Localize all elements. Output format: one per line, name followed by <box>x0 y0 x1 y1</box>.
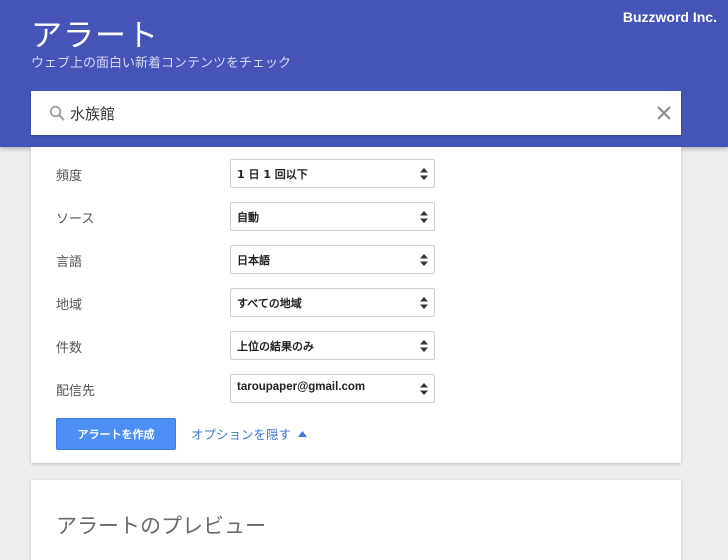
select-value: 上位の結果のみ <box>237 340 314 353</box>
language-select[interactable]: 日本語 <box>230 245 435 274</box>
select-arrows-icon <box>420 340 428 352</box>
source-select[interactable]: 自動 <box>230 202 435 231</box>
option-row-language: 言語 日本語 <box>31 245 681 275</box>
preview-title: アラートのプレビュー <box>56 514 266 538</box>
close-icon[interactable] <box>655 104 673 122</box>
select-arrows-icon <box>420 383 428 395</box>
search-icon <box>49 105 65 121</box>
app-header: アラート ウェブ上の面白い新着コンテンツをチェック Buzzword Inc. <box>0 0 728 147</box>
app-title: アラート <box>31 18 159 54</box>
select-value: 日本語 <box>237 254 270 267</box>
select-arrows-icon <box>420 168 428 180</box>
option-row-region: 地域 すべての地域 <box>31 288 681 318</box>
option-label: 件数 <box>56 341 83 356</box>
option-row-frequency: 頻度 1 日 1 回以下 <box>31 159 681 189</box>
search-input[interactable] <box>70 91 630 135</box>
option-row-delivery: 配信先 taroupaper@gmail.com <box>31 374 681 404</box>
option-label: ソース <box>56 212 95 227</box>
select-value: taroupaper@gmail.com <box>237 381 366 393</box>
option-label: 頻度 <box>56 169 83 184</box>
alert-preview-panel: アラートのプレビュー <box>31 480 681 560</box>
select-arrows-icon <box>420 254 428 266</box>
brand-label: Buzzword Inc. <box>622 9 717 25</box>
option-row-count: 件数 上位の結果のみ <box>31 331 681 361</box>
app-subtitle: ウェブ上の面白い新着コンテンツをチェック <box>31 56 292 71</box>
select-arrows-icon <box>420 297 428 309</box>
search-box[interactable] <box>31 91 681 135</box>
select-arrows-icon <box>420 211 428 223</box>
option-label: 地域 <box>56 298 83 313</box>
hide-options-link[interactable]: オプションを隠す <box>191 424 308 443</box>
count-select[interactable]: 上位の結果のみ <box>230 331 435 360</box>
caret-up-icon <box>298 430 308 437</box>
option-row-source: ソース 自動 <box>31 202 681 232</box>
create-alert-button[interactable]: アラートを作成 <box>56 418 176 450</box>
select-value: 1 日 1 回以下 <box>237 168 308 181</box>
option-label: 言語 <box>56 255 83 270</box>
option-label: 配信先 <box>56 384 96 399</box>
hide-options-label: オプションを隠す <box>191 427 292 442</box>
frequency-select[interactable]: 1 日 1 回以下 <box>230 159 435 188</box>
alert-options-panel: 頻度 1 日 1 回以下 ソース 自動 言語 日本語 地域 すべての地域 件数 … <box>31 147 681 463</box>
delivery-select[interactable]: taroupaper@gmail.com <box>230 374 435 403</box>
region-select[interactable]: すべての地域 <box>230 288 435 317</box>
select-value: 自動 <box>237 211 259 224</box>
select-value: すべての地域 <box>237 297 302 310</box>
